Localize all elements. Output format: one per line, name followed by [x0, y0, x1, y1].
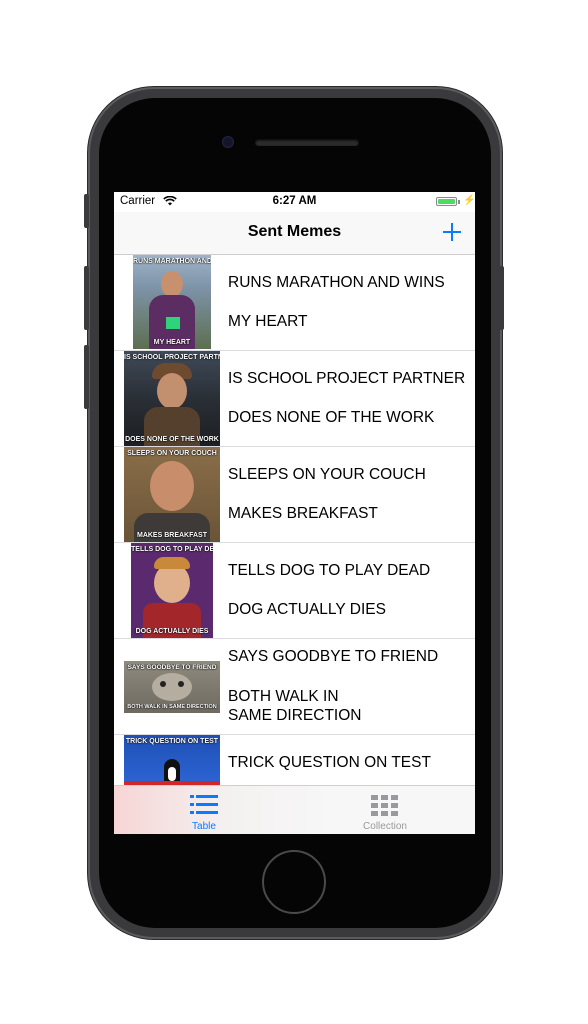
thumbnail-bottom-caption: DOG ACTUALLY DIES: [135, 628, 209, 635]
tab-label: Table: [192, 821, 216, 832]
meme-top-text: SAYS GOODBYE TO FRIEND: [228, 648, 439, 665]
thumbnail-bottom-caption: MAKES BREAKFAST: [136, 532, 207, 539]
thumbnail-top-caption: TELLS DOG TO PLAY DEAD: [131, 546, 213, 553]
table-row[interactable]: SLEEPS ON YOUR COUCH MAKES BREAKFAST SLE…: [114, 447, 475, 543]
meme-top-text: SLEEPS ON YOUR COUCH: [228, 466, 426, 483]
meme-top-text: IS SCHOOL PROJECT PARTNER: [228, 370, 466, 387]
meme-top-text: TELLS DOG TO PLAY DEAD: [228, 562, 431, 579]
meme-thumbnail: IS SCHOOL PROJECT PARTNER DOES NONE OF T…: [124, 351, 220, 446]
navigation-bar: Sent Memes: [114, 212, 475, 255]
meme-bottom-text: MAKES BREAKFAST: [228, 505, 378, 522]
tab-table[interactable]: Table: [114, 786, 294, 834]
meme-bottom-text: DOES NONE OF THE WORK: [228, 409, 435, 426]
thumbnail-bottom-caption: MY HEART: [153, 339, 191, 346]
add-meme-button[interactable]: [440, 220, 464, 244]
volume-down-button: [84, 345, 89, 409]
tab-bar: Table Collection: [114, 785, 475, 834]
meme-thumbnail: TRICK QUESTION ON TEST: [124, 735, 220, 785]
tab-label: Collection: [363, 821, 407, 832]
list-icon: [190, 795, 218, 814]
battery-icon: [436, 197, 457, 206]
screen: Carrier 6:27 AM ⚡ Sent Memes RUNS MARATH…: [114, 192, 475, 834]
meme-thumbnail: RUNS MARATHON AND WINS MY HEART: [133, 255, 211, 349]
home-button[interactable]: [262, 850, 326, 914]
memes-table[interactable]: RUNS MARATHON AND WINS MY HEART RUNS MAR…: [114, 255, 475, 785]
thumbnail-bottom-caption: BOTH WALK IN SAME DIRECTION: [127, 704, 217, 710]
bolt-icon: ⚡: [463, 195, 475, 206]
status-bar: Carrier 6:27 AM ⚡: [114, 192, 475, 212]
meme-thumbnail: SLEEPS ON YOUR COUCH MAKES BREAKFAST: [124, 447, 220, 542]
meme-top-text: RUNS MARATHON AND WINS: [228, 274, 445, 291]
meme-thumbnail: SAYS GOODBYE TO FRIEND BOTH WALK IN SAME…: [124, 661, 220, 713]
thumbnail-top-caption: SLEEPS ON YOUR COUCH: [127, 450, 217, 457]
thumbnail-top-caption: TRICK QUESTION ON TEST: [125, 738, 219, 745]
thumbnail-bottom-caption: DOES NONE OF THE WORK: [125, 436, 219, 443]
earpiece-speaker: [255, 139, 359, 146]
front-camera: [222, 136, 234, 148]
meme-bottom-text: DOG ACTUALLY DIES: [228, 601, 386, 618]
table-row[interactable]: IS SCHOOL PROJECT PARTNER DOES NONE OF T…: [114, 351, 475, 447]
grid-icon: [371, 795, 398, 816]
thumbnail-top-caption: SAYS GOODBYE TO FRIEND: [127, 664, 217, 671]
meme-thumbnail: TELLS DOG TO PLAY DEAD DOG ACTUALLY DIES: [131, 543, 213, 638]
thumbnail-top-caption: RUNS MARATHON AND WINS: [133, 258, 211, 265]
meme-bottom-text: BOTH WALK IN SAME DIRECTION: [228, 688, 362, 724]
clock: 6:27 AM: [272, 195, 317, 207]
table-row[interactable]: TELLS DOG TO PLAY DEAD DOG ACTUALLY DIES…: [114, 543, 475, 639]
power-button: [499, 266, 504, 330]
table-row[interactable]: RUNS MARATHON AND WINS MY HEART RUNS MAR…: [114, 255, 475, 351]
table-row[interactable]: SAYS GOODBYE TO FRIEND BOTH WALK IN SAME…: [114, 639, 475, 735]
volume-up-button: [84, 266, 89, 330]
mute-switch: [84, 194, 89, 228]
table-row[interactable]: TRICK QUESTION ON TEST TRICK QUESTION ON…: [114, 735, 475, 785]
battery-tip: [458, 200, 460, 204]
thumbnail-top-caption: IS SCHOOL PROJECT PARTNER: [124, 354, 220, 361]
meme-bottom-text: MY HEART: [228, 313, 308, 330]
page-title: Sent Memes: [247, 223, 342, 240]
meme-top-text: TRICK QUESTION ON TEST: [228, 754, 431, 771]
tab-collection[interactable]: Collection: [295, 786, 475, 834]
